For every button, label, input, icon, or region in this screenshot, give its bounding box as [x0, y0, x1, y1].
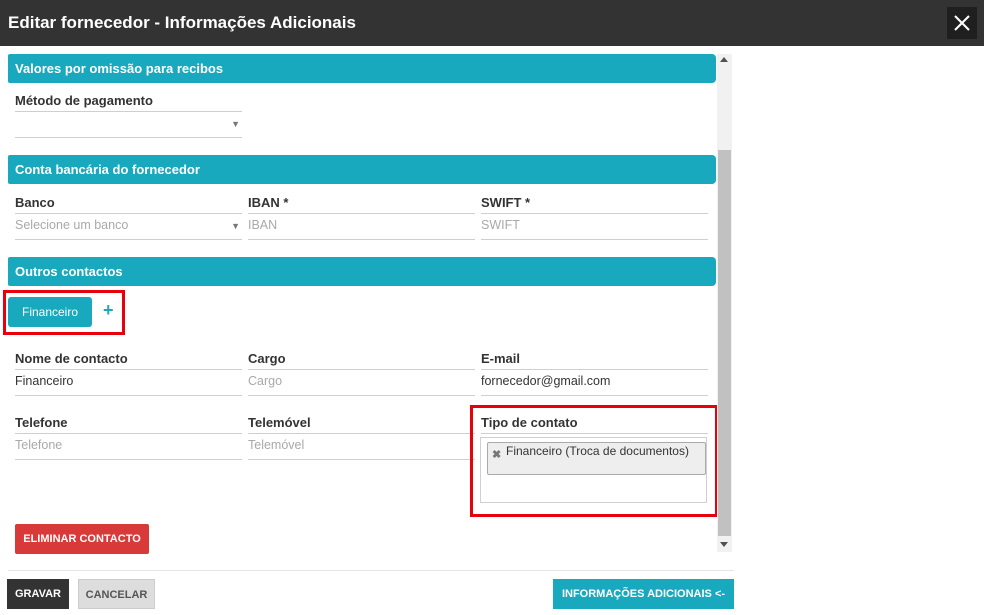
bank-label: Banco	[15, 195, 55, 210]
contact-type-tag: ✖ Financeiro (Troca de documentos)	[487, 442, 706, 475]
phone-label: Telefone	[15, 415, 68, 430]
section-title: Valores por omissão para recibos	[15, 61, 224, 76]
swift-label: SWIFT *	[481, 195, 531, 210]
plus-icon[interactable]: +	[103, 300, 114, 321]
scrollbar-thumb[interactable]	[718, 150, 731, 536]
remove-tag-icon[interactable]: ✖	[492, 448, 501, 461]
iban-placeholder: IBAN	[248, 218, 278, 232]
contact-type-multiselect[interactable]: ✖ Financeiro (Troca de documentos)	[480, 437, 707, 503]
section-title: Outros contactos	[15, 264, 123, 279]
contact-type-label: Tipo de contato	[481, 415, 578, 430]
mobile-placeholder: Telemóvel	[248, 438, 305, 452]
footer-divider	[8, 570, 734, 571]
role-placeholder: Cargo	[248, 374, 283, 388]
chevron-down-icon: ▼	[231, 221, 240, 231]
iban-label: IBAN *	[248, 195, 289, 210]
email-value: fornecedor@gmail.com	[481, 374, 611, 388]
close-button[interactable]	[947, 7, 977, 39]
delete-contact-button[interactable]: ELIMINAR CONTACTO	[15, 524, 149, 554]
chevron-down-icon: ▼	[231, 119, 240, 129]
scroll-up-icon[interactable]	[720, 57, 728, 62]
tag-label: Financeiro (Troca de documentos)	[506, 444, 689, 458]
section-bank-account: Conta bancária do fornecedor	[8, 155, 716, 184]
scroll-down-icon[interactable]	[720, 542, 728, 547]
cancel-button[interactable]: CANCELAR	[78, 579, 155, 609]
contact-type-field: Tipo de contato	[481, 415, 708, 435]
contact-tab-financeiro[interactable]: Financeiro	[8, 297, 92, 327]
role-label: Cargo	[248, 351, 286, 366]
bank-placeholder: Selecione um banco	[15, 218, 129, 232]
section-title: Conta bancária do fornecedor	[15, 162, 200, 177]
section-other-contacts: Outros contactos	[8, 257, 716, 286]
dialog-content: Valores por omissão para recibos Método …	[0, 46, 735, 556]
dialog-titlebar: Editar fornecedor - Informações Adiciona…	[0, 0, 984, 46]
mobile-label: Telemóvel	[248, 415, 311, 430]
section-receipt-defaults: Valores por omissão para recibos	[8, 54, 716, 83]
phone-placeholder: Telefone	[15, 438, 63, 452]
close-icon	[954, 15, 970, 31]
additional-info-button[interactable]: INFORMAÇÕES ADICIONAIS <-	[553, 579, 734, 609]
email-label: E-mail	[481, 351, 521, 366]
payment-method-label: Método de pagamento	[15, 93, 153, 108]
swift-placeholder: SWIFT	[481, 218, 520, 232]
scrollbar[interactable]	[717, 54, 732, 552]
contact-name-label: Nome de contacto	[15, 351, 128, 366]
dialog-title: Editar fornecedor - Informações Adiciona…	[8, 13, 356, 32]
save-button[interactable]: GRAVAR	[7, 579, 69, 609]
contact-name-value: Financeiro	[15, 374, 74, 388]
